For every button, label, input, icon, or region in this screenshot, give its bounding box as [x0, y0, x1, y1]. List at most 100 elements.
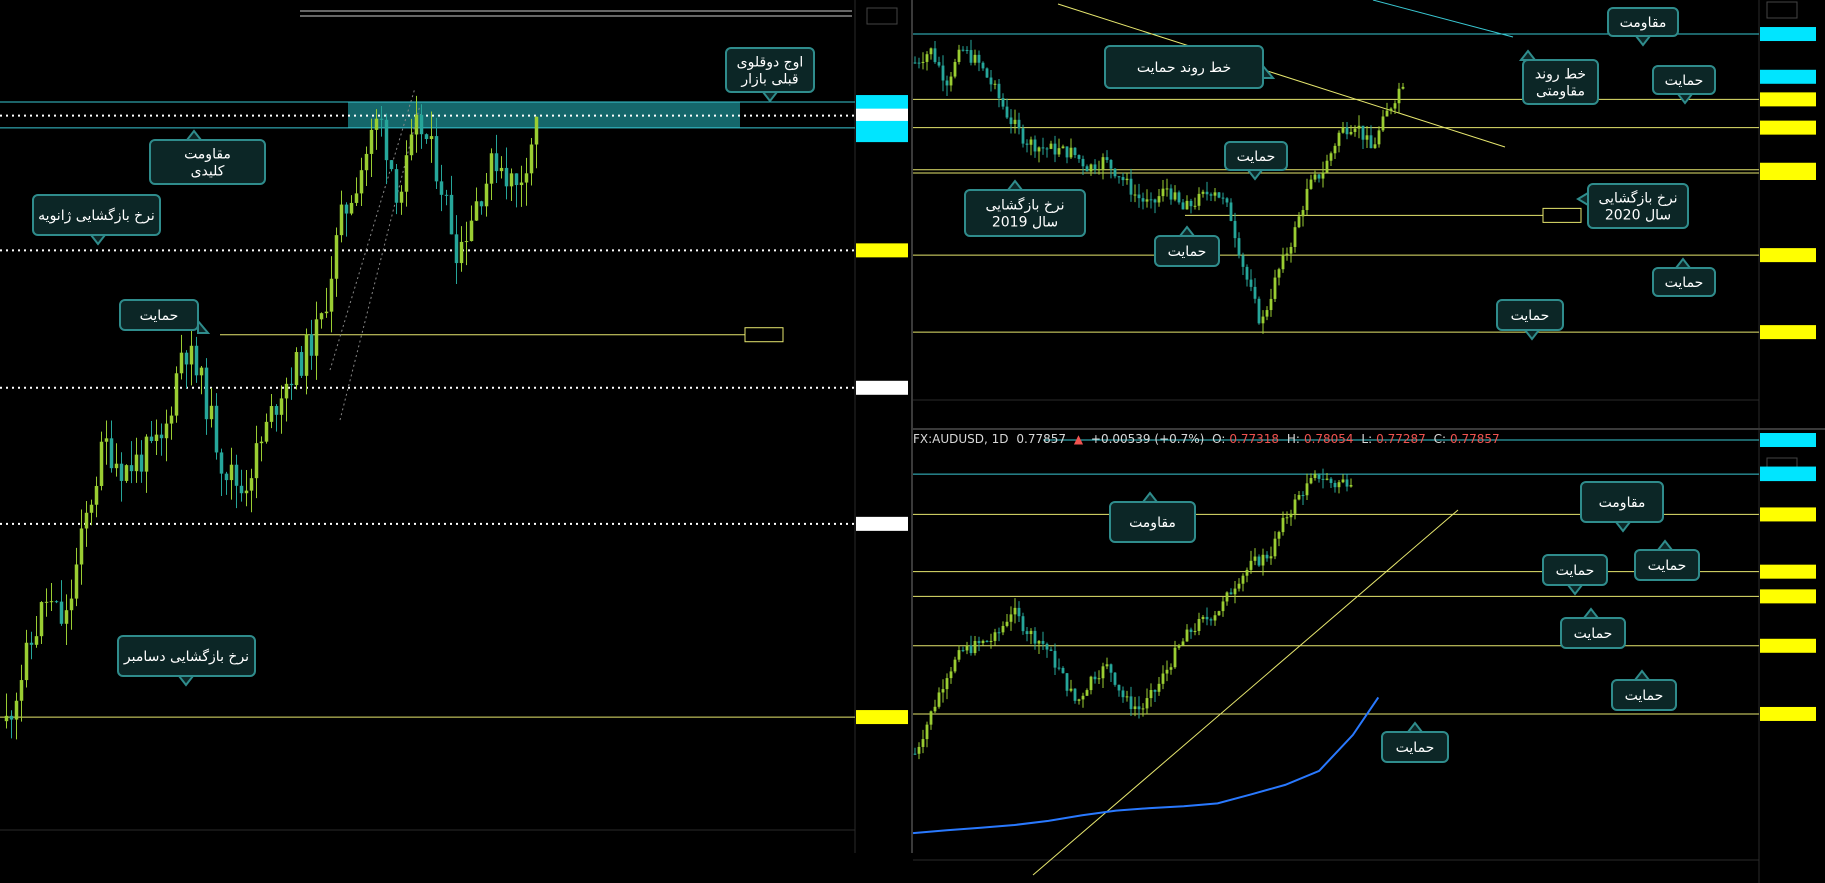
c2-candle-body: [1157, 683, 1161, 692]
c0-candle-body: [144, 436, 149, 472]
c2-candle-body: [1213, 615, 1217, 621]
c2-candle-body: [1301, 495, 1305, 497]
c1-candle-body: [1205, 191, 1209, 195]
c0-candle-body: [529, 144, 534, 174]
c2-candle-body: [977, 640, 981, 644]
c0-price-label-box: [856, 108, 908, 123]
c1-candle-body: [1185, 200, 1189, 210]
callout-pointer: [88, 234, 108, 246]
c1-candle-body: [977, 54, 981, 63]
c0-candle-body: [424, 134, 429, 140]
c1-candle-body: [1285, 253, 1289, 255]
c0-candle-body: [419, 114, 424, 135]
c0-currency-box: [866, 7, 898, 25]
c1-candle-body: [1181, 202, 1185, 210]
c2-candle-body: [1085, 690, 1089, 696]
callout-text: حمایت: [140, 308, 179, 324]
c0-candle-body: [34, 636, 39, 645]
c0-candle-body: [294, 352, 299, 386]
callout-text: حمایت: [1625, 688, 1664, 704]
c1-candle-body: [1189, 200, 1193, 207]
c1-candle-body: [1273, 277, 1277, 299]
c2-callout-support-e: حمایت: [1381, 721, 1449, 763]
c0-candle-body: [14, 700, 19, 720]
c1-candle-body: [1217, 192, 1221, 198]
c0-candle-body: [284, 383, 289, 399]
c1-candle-body: [1109, 159, 1113, 169]
c2-candle-body: [921, 739, 925, 747]
c2-price-label-box: [1760, 706, 1816, 721]
callout-text: حمایت: [1648, 558, 1687, 574]
c2-candle-body: [1229, 592, 1233, 595]
callout-pointer: [1576, 191, 1589, 207]
c0-candle-body: [179, 352, 184, 374]
c1-candle-body: [1101, 157, 1105, 170]
c2-candle-body: [1341, 479, 1345, 483]
c2-candle-body: [1317, 473, 1321, 479]
c0-candle-body: [394, 169, 399, 203]
c1-candle-body: [1117, 176, 1121, 178]
c2-candle-body: [1109, 664, 1113, 673]
c1-candle-body: [1245, 266, 1249, 280]
callout-pointer: [1632, 669, 1652, 681]
c0-candle-body: [19, 680, 24, 701]
c0-candle-body: [259, 441, 264, 444]
c2-callout-resistance-a: مقاومت: [1580, 481, 1664, 533]
c0-candle-body: [349, 202, 354, 214]
c0-candle-body: [209, 405, 214, 420]
c1-candle-body: [1289, 246, 1293, 254]
c2-candle-body: [1029, 630, 1033, 635]
c2-candle-body: [945, 678, 949, 690]
c2-candle-body: [1093, 676, 1097, 680]
c0-candle-body: [334, 235, 339, 279]
chart-1d-svg[interactable]: مقاومت مقاومت حمایت حمایت حمایت حمایت حمایت: [913, 430, 1825, 883]
c2-candle-body: [1137, 706, 1141, 710]
c0-callout-key-resistance: مقاومتکلیدی: [149, 129, 266, 185]
c0-candle-body: [189, 345, 194, 365]
c2-callout-support-d: حمایت: [1611, 669, 1677, 711]
c0-candle-body: [409, 134, 414, 156]
c2-candle-body: [1057, 667, 1061, 669]
chart-4h-svg[interactable]: اوج دوقلویقبلی بازار مقاومتکلیدی نرخ بازگش…: [0, 0, 911, 853]
c0-candle-body: [379, 118, 384, 120]
c0-candle-body: [474, 201, 479, 221]
chart-panel-4h[interactable]: اوج دوقلوی قبلی بازار مقاومت کلیدی نرخ بازگش…: [0, 0, 913, 853]
c0-candle-body: [64, 610, 69, 624]
c1-candle-body: [1145, 199, 1149, 202]
c1-candle-body: [1005, 106, 1009, 118]
c1-candle-body: [1277, 269, 1281, 278]
c0-candle-body: [29, 642, 34, 645]
c1-candle-body: [1201, 191, 1205, 194]
c1-candle-body: [1225, 198, 1229, 203]
c1-price-label-box: [1760, 325, 1816, 340]
c1-candle-body: [1169, 188, 1173, 200]
c2-candle-body: [989, 640, 993, 643]
c2-candle-body: [1165, 669, 1169, 674]
high-label: H:: [1286, 432, 1300, 446]
callout-pointer: [1613, 521, 1633, 533]
c2-candle-body: [1289, 513, 1293, 518]
c1-candle-body: [1297, 216, 1301, 228]
c2-candle-body: [1077, 699, 1081, 701]
c2-candle-body: [1129, 696, 1133, 710]
c0-candle-body: [224, 473, 229, 481]
c1-callout-open-2019: نرخ بازگشاییسال 2019: [964, 179, 1086, 237]
c2-candle-body: [1337, 482, 1341, 488]
c2-candle-body: [981, 640, 985, 644]
c1-candle-body: [1381, 116, 1385, 131]
c2-candle-body: [965, 645, 969, 651]
c0-candle-body: [139, 454, 144, 472]
c2-candle-body: [1321, 478, 1325, 480]
c0-candle-body: [484, 183, 489, 207]
c1-candle-body: [1257, 298, 1261, 324]
chart-1w-svg[interactable]: مقاومتخط روندمقاومتیخط روند حمایتحمایتحم…: [913, 0, 1825, 428]
c0-price-label-box: [856, 380, 908, 395]
c0-candle-body: [149, 436, 154, 441]
c1-candle-body: [1385, 110, 1389, 117]
chart-panel-1w[interactable]: مقاومت خط روند مقاومتی خط روند حمایت حمایت حم…: [913, 0, 1825, 430]
chart-panel-1d[interactable]: مقاومت مقاومت حمایت حمایت حمایت حمایت حمایت: [913, 430, 1825, 883]
c1-candle-body: [1401, 86, 1405, 89]
c1-candle-body: [1305, 188, 1309, 211]
c0-candle-body: [109, 438, 114, 469]
c1-candle-body: [1093, 164, 1097, 170]
